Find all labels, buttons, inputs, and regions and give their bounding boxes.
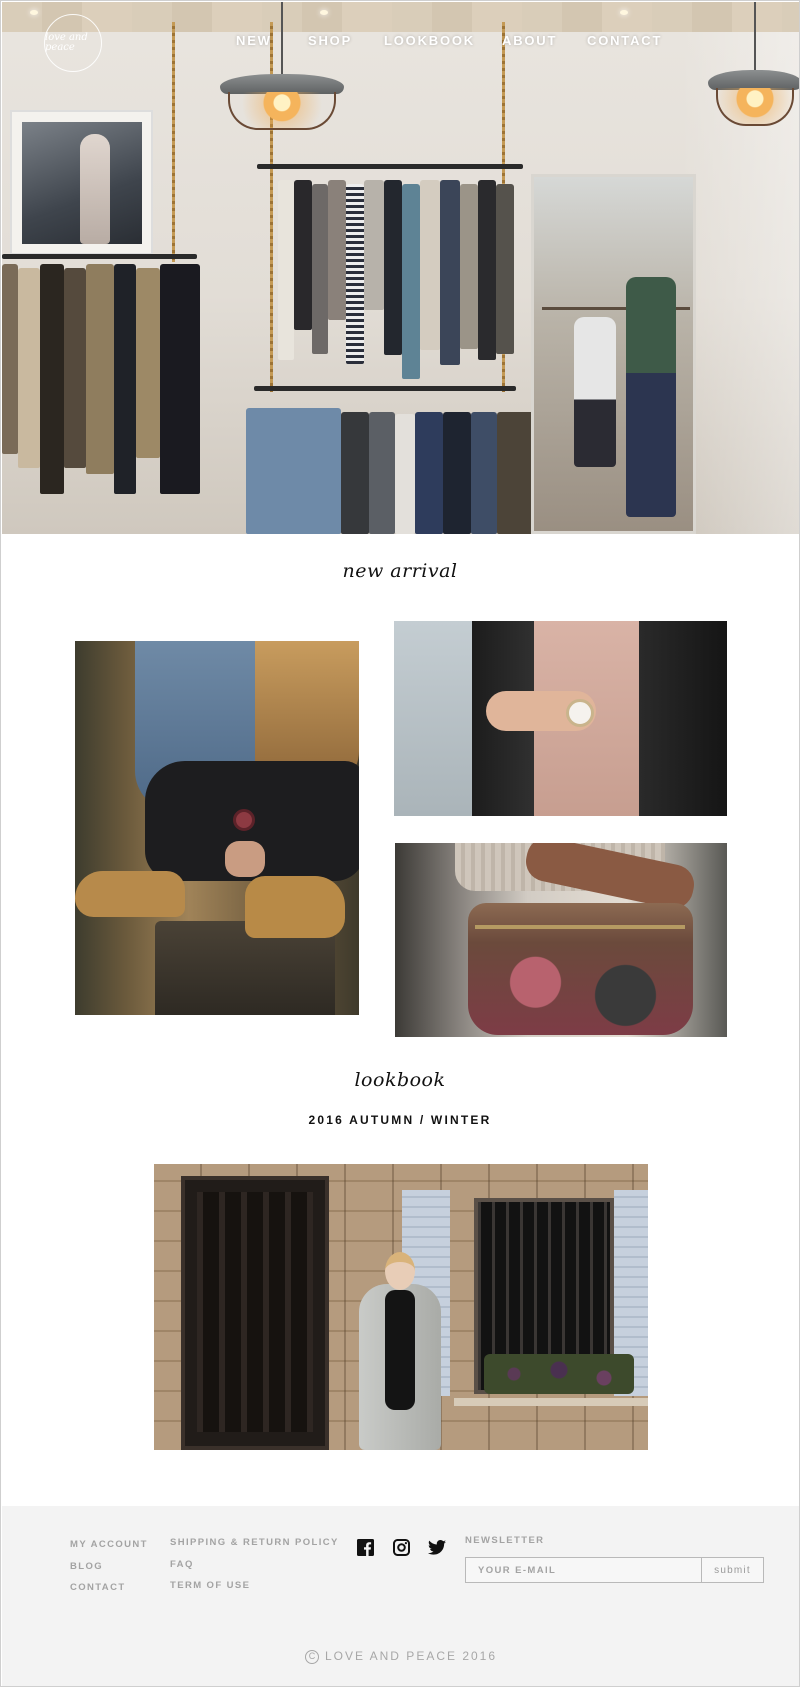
photo-detail <box>225 841 265 877</box>
photo-detail <box>522 843 698 913</box>
facebook-icon-svg <box>356 1538 374 1556</box>
ceiling <box>2 2 799 32</box>
garment <box>395 414 415 534</box>
garment <box>278 180 294 360</box>
garment <box>496 184 514 354</box>
garment <box>136 268 160 458</box>
pendant-lamp <box>708 2 799 152</box>
garment <box>415 412 443 534</box>
garment <box>369 412 395 534</box>
product-photo-bag[interactable] <box>395 843 727 1037</box>
footer-link-shipping-return[interactable]: SHIPPING & RETURN POLICY <box>170 1537 339 1548</box>
poster-photo <box>22 122 142 244</box>
lookbook-title: lookbook <box>354 1069 446 1091</box>
photo-detail <box>181 1176 329 1450</box>
garment <box>478 180 496 360</box>
clothing-rail <box>257 164 523 169</box>
copyright-icon: C <box>304 1650 319 1664</box>
lamp-shade <box>708 70 799 90</box>
garment <box>384 180 402 355</box>
nav-contact[interactable]: CONTACT <box>587 33 662 48</box>
footer-link-faq[interactable]: FAQ <box>170 1559 194 1570</box>
garment <box>2 264 18 454</box>
nav-about[interactable]: ABOUT <box>502 33 557 48</box>
photo-detail <box>475 925 685 929</box>
nav-shop[interactable]: SHOP <box>308 33 352 48</box>
shopper <box>574 317 616 467</box>
copyright: C LOVE AND PEACE 2016 <box>2 1649 799 1664</box>
facebook-icon[interactable] <box>356 1538 374 1556</box>
garment <box>246 408 341 534</box>
hero-image: love and peace NEW SHOP LOOKBOOK ABOUT C… <box>2 2 799 534</box>
garment <box>443 412 471 534</box>
photo-detail <box>197 1192 313 1432</box>
copyright-text: LOVE AND PEACE 2016 <box>324 1649 498 1663</box>
photo-detail <box>233 809 255 831</box>
product-photo-watch[interactable] <box>394 621 727 816</box>
lookbook-photo[interactable] <box>154 1164 648 1450</box>
shopper <box>626 277 676 517</box>
product-photo-boots[interactable] <box>75 641 359 1015</box>
garment <box>328 180 346 320</box>
mirror <box>531 174 696 534</box>
new-arrival-title: new arrival <box>342 560 458 582</box>
pendant-lamp <box>220 2 344 152</box>
ceiling-light <box>620 10 628 15</box>
garment <box>420 180 440 350</box>
photo-detail <box>245 876 345 938</box>
photo-detail <box>394 621 474 816</box>
garment <box>346 184 364 364</box>
garment <box>64 268 86 468</box>
newsletter-email-input[interactable] <box>465 1557 701 1583</box>
garment <box>18 268 40 468</box>
lamp-cage <box>228 92 336 130</box>
wall-poster <box>10 110 153 255</box>
twitter-icon[interactable] <box>428 1538 446 1556</box>
footer-link-blog[interactable]: BLOG <box>70 1561 103 1572</box>
garment <box>40 264 64 494</box>
photo-detail <box>566 699 594 727</box>
twitter-icon-svg <box>428 1539 446 1555</box>
footer-link-my-account[interactable]: MY ACCOUNT <box>70 1539 148 1550</box>
clothing-rail <box>254 386 516 391</box>
photo-detail <box>454 1398 648 1406</box>
nav-lookbook[interactable]: LOOKBOOK <box>384 33 475 48</box>
photo-detail <box>484 1354 634 1394</box>
photo-detail <box>385 1252 415 1290</box>
footer-link-term-of-use[interactable]: TERM OF USE <box>170 1580 250 1591</box>
garment <box>440 180 460 365</box>
garment <box>86 264 114 474</box>
page: love and peace NEW SHOP LOOKBOOK ABOUT C… <box>0 0 800 1687</box>
lamp-cage <box>716 88 794 126</box>
ceiling-light <box>30 10 38 15</box>
garment <box>460 184 478 349</box>
garment <box>364 180 384 310</box>
clothing-rail <box>2 254 197 259</box>
rope <box>172 22 175 262</box>
garment <box>160 264 200 494</box>
lamp-shade <box>220 74 344 94</box>
main-nav: NEW SHOP LOOKBOOK ABOUT CONTACT <box>2 33 799 53</box>
poster-figure <box>80 134 110 244</box>
nav-new[interactable]: NEW <box>236 33 272 48</box>
instagram-icon-svg <box>392 1538 410 1556</box>
garment <box>294 180 312 330</box>
instagram-icon[interactable] <box>392 1538 410 1556</box>
newsletter-submit-button[interactable]: submit <box>701 1557 764 1583</box>
footer: MY ACCOUNT BLOG CONTACT SHIPPING & RETUR… <box>2 1506 799 1686</box>
photo-detail <box>75 871 185 917</box>
photo-detail <box>639 621 727 816</box>
footer-link-contact[interactable]: CONTACT <box>70 1582 126 1593</box>
garment <box>341 412 369 534</box>
garment <box>471 412 497 534</box>
garment <box>114 264 136 494</box>
garment <box>312 184 328 354</box>
newsletter-label: NEWSLETTER <box>465 1535 545 1546</box>
photo-detail <box>385 1290 415 1410</box>
garment <box>402 184 420 379</box>
lookbook-subtitle: 2016 AUTUMN / WINTER <box>308 1113 492 1127</box>
photo-detail <box>468 903 693 1035</box>
